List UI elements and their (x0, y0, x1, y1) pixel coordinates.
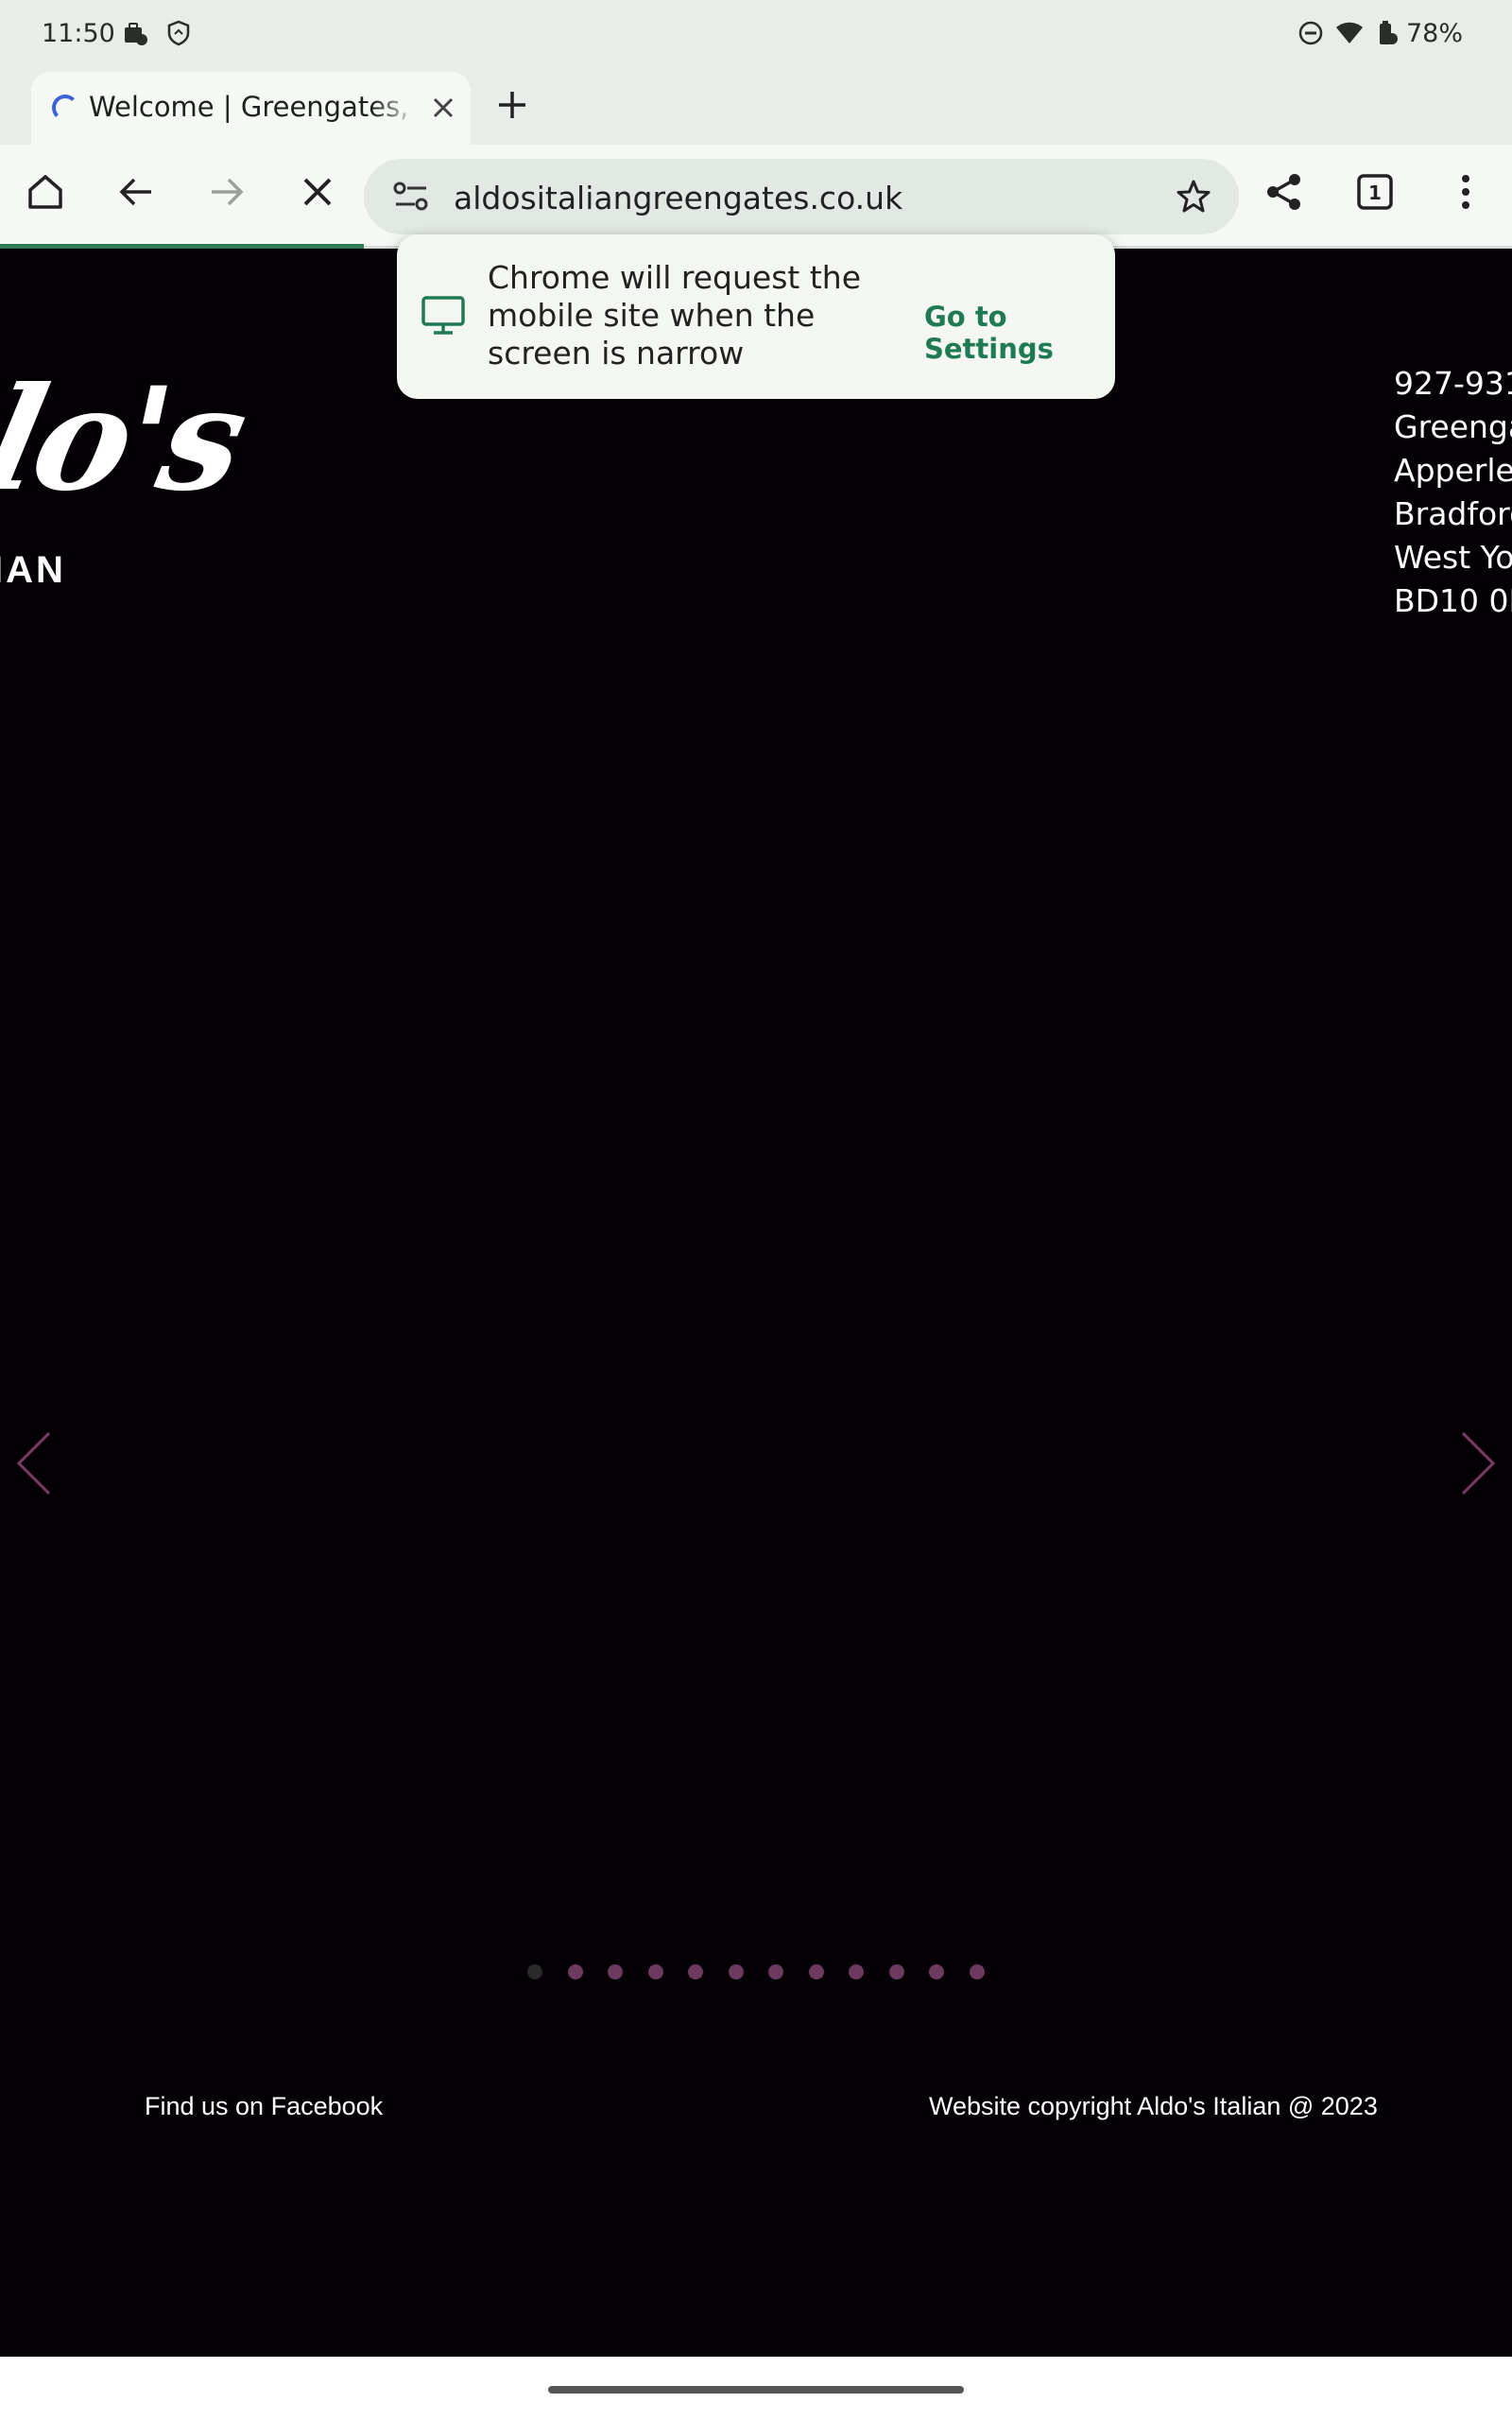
carousel-dot[interactable] (567, 1964, 583, 1979)
address-line: BD10 0R (1394, 582, 1512, 619)
popup-message: Chrome will request the mobile site when… (488, 259, 862, 372)
battery-percentage: 78% (1406, 19, 1464, 48)
forward-arrow-icon[interactable] (202, 167, 251, 216)
bookmark-star-icon[interactable] (1175, 178, 1212, 220)
home-icon[interactable] (21, 167, 70, 216)
facebook-link[interactable]: Find us on Facebook (145, 2092, 383, 2121)
site-settings-icon[interactable] (392, 180, 430, 218)
address-block: 927-931 Greenga Apperley Bradford West Y… (1394, 362, 1512, 623)
close-tab-icon[interactable] (426, 91, 460, 125)
dnd-icon (1297, 19, 1325, 47)
status-time: 11:50 (42, 19, 115, 48)
tab-title-fade (371, 81, 419, 134)
tab-strip: Welcome | Greengates, Bra (0, 69, 1512, 145)
carousel-dot[interactable] (969, 1964, 985, 1979)
copyright-text: Website copyright Aldo's Italian @ 2023 (929, 2092, 1378, 2120)
mobile-site-notice-popup: Chrome will request the mobile site when… (397, 234, 1115, 399)
work-profile-icon (121, 19, 149, 47)
logo-script-text: lo's (0, 356, 256, 523)
address-line: West Yor (1394, 539, 1512, 576)
carousel-dot[interactable] (888, 1964, 904, 1979)
carousel-dot[interactable] (929, 1964, 944, 1979)
wifi-icon (1335, 19, 1364, 47)
address-line: Bradford (1394, 495, 1512, 532)
tab-title: Welcome | Greengates, Bra (89, 91, 410, 123)
carousel-dot[interactable] (768, 1964, 783, 1979)
carousel-prev-arrow-icon[interactable] (9, 1426, 57, 1501)
tab-count: 1 (1368, 182, 1382, 204)
tab-switcher-icon[interactable]: 1 (1350, 167, 1400, 216)
carousel-next-arrow-icon[interactable] (1455, 1426, 1503, 1501)
vpn-shield-icon (164, 19, 193, 47)
stop-loading-icon[interactable] (293, 167, 342, 216)
carousel-dot[interactable] (849, 1964, 864, 1979)
desktop-monitor-icon (421, 295, 466, 337)
address-line: 927-931 (1394, 365, 1512, 402)
loading-spinner-icon (52, 95, 78, 121)
gesture-handle[interactable] (548, 2386, 964, 2394)
web-page: lo's IAN 927-931 Greenga Apperley Bradfo… (0, 249, 1512, 2357)
carousel-dot[interactable] (527, 1964, 542, 1979)
address-bar[interactable]: aldositaliangreengates.co.uk (364, 159, 1239, 234)
battery-icon (1372, 19, 1400, 47)
carousel-dot[interactable] (608, 1964, 623, 1979)
more-menu-icon[interactable] (1441, 167, 1490, 216)
tab-active[interactable]: Welcome | Greengates, Bra (31, 72, 471, 145)
status-bar: 11:50 78% (0, 0, 1512, 69)
address-line: Apperley (1394, 452, 1512, 489)
new-tab-plus-icon[interactable] (491, 84, 533, 126)
go-to-settings-link[interactable]: Go to Settings (924, 301, 1115, 365)
browser-toolbar: aldositaliangreengates.co.uk 1 (0, 145, 1512, 249)
carousel-dot[interactable] (647, 1964, 663, 1979)
url-text: aldositaliangreengates.co.uk (454, 180, 903, 216)
back-arrow-icon[interactable] (112, 167, 161, 216)
logo-subtitle: IAN (0, 549, 66, 591)
share-icon[interactable] (1260, 167, 1309, 216)
address-line: Greenga (1394, 408, 1512, 445)
system-nav-bar (0, 2357, 1512, 2420)
carousel-dot[interactable] (808, 1964, 824, 1979)
carousel-dot[interactable] (688, 1964, 703, 1979)
carousel-dot[interactable] (728, 1964, 744, 1979)
